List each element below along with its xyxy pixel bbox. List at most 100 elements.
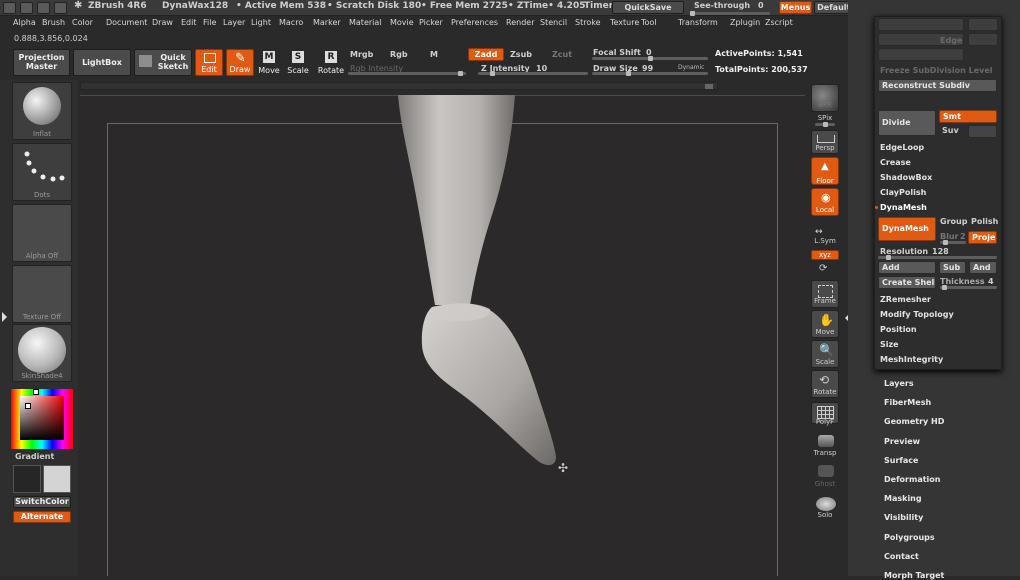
menu-brush[interactable]: Brush (42, 18, 65, 27)
expand-icon[interactable] (54, 2, 67, 14)
freeze-subdivision-button[interactable]: Freeze SubDivision Level (880, 66, 993, 75)
reconstruct-subdiv-button[interactable]: Reconstruct Subdiv (878, 79, 997, 92)
menu-zscript[interactable]: Zscript (765, 18, 793, 27)
dynamesh-header[interactable]: DynaMesh (880, 203, 927, 212)
seethrough-slider[interactable] (690, 11, 770, 16)
menu-document[interactable]: Document (106, 18, 147, 27)
menu-texture[interactable]: Texture (610, 18, 639, 27)
zsub-button[interactable]: Zsub (510, 50, 532, 59)
resolution-slider[interactable] (878, 255, 997, 260)
window-menu-icon[interactable] (3, 2, 16, 14)
polish-toggle[interactable]: Polish (971, 217, 998, 226)
menu-color[interactable]: Color (72, 18, 93, 27)
crease-item[interactable]: Crease (880, 158, 911, 167)
quicksave-button[interactable]: QuickSave (612, 1, 684, 14)
brush-thumbnail[interactable]: Inflat (12, 82, 72, 140)
zcut-button[interactable]: Zcut (552, 50, 572, 59)
m-button[interactable]: M (430, 50, 438, 59)
lightbox-button[interactable]: LightBox (73, 49, 131, 76)
group-toggle[interactable]: Group (940, 217, 967, 226)
foot-model[interactable] (80, 95, 805, 576)
hue-cursor[interactable] (33, 389, 39, 395)
menu-layer[interactable]: Layer (223, 18, 245, 27)
material-thumbnail[interactable]: SkinShade4 (12, 324, 72, 382)
gradient-label[interactable]: Gradient (15, 452, 54, 461)
subpalette-visibility[interactable]: Visibility (884, 513, 923, 522)
maximize-icon[interactable] (37, 2, 50, 14)
switchcolor-button[interactable]: SwitchColor (13, 496, 71, 508)
menu-transform[interactable]: Transform (678, 18, 718, 27)
menu-zplugin[interactable]: Zplugin (730, 18, 760, 27)
zremesher-item[interactable]: ZRemesher (880, 295, 931, 304)
menu-preferences[interactable]: Preferences (451, 18, 498, 27)
add-button[interactable]: Add (878, 261, 936, 274)
menu-alpha[interactable]: Alpha (13, 18, 36, 27)
projection-master-button[interactable]: Projection Master (13, 49, 70, 76)
z-intensity-slider[interactable] (478, 71, 588, 76)
scale-button[interactable]: S Scale (286, 49, 310, 76)
claypolish-item[interactable]: ClayPolish (880, 188, 926, 197)
edgeloop-item[interactable]: EdgeLoop (880, 143, 924, 152)
solo-icon[interactable] (816, 497, 836, 511)
divide-button[interactable]: Divide (878, 110, 936, 136)
and-button[interactable]: And (969, 261, 997, 274)
create-shell-button[interactable]: Create Shell (878, 276, 936, 289)
move-button[interactable]: M Move (257, 49, 281, 76)
texture-thumbnail[interactable]: Texture Off (12, 265, 72, 323)
thickness-slider[interactable] (940, 285, 997, 290)
menu-macro[interactable]: Macro (279, 18, 303, 27)
xyz-button[interactable]: xyz (811, 250, 839, 260)
modify-topology-item[interactable]: Modify Topology (880, 310, 954, 319)
edit-button[interactable]: Edit (195, 49, 223, 76)
main-color-swatch[interactable] (43, 465, 71, 493)
color-cursor[interactable] (25, 403, 31, 409)
draw-size-slider[interactable] (592, 71, 708, 76)
subpalette-contact[interactable]: Contact (884, 552, 919, 561)
dynamesh-button[interactable]: DynaMesh (878, 217, 936, 241)
secondary-color-swatch[interactable] (13, 465, 41, 493)
left-tray-toggle-icon[interactable] (2, 312, 7, 322)
menu-render[interactable]: Render (506, 18, 534, 27)
scroll-thumb[interactable] (705, 84, 713, 89)
subpalette-geometry-hd[interactable]: Geometry HD (884, 417, 944, 426)
menu-light[interactable]: Light (251, 18, 271, 27)
alpha-thumbnail[interactable]: Alpha Off (12, 204, 72, 262)
rotation-axis-icon[interactable]: ⟳ (819, 263, 827, 274)
menu-tool[interactable]: Tool (641, 18, 657, 27)
alternate-button[interactable]: Alternate (13, 511, 71, 523)
quick-sketch-button[interactable]: Quick Sketch (134, 49, 192, 76)
color-picker[interactable] (11, 389, 73, 449)
zadd-button[interactable]: Zadd (468, 48, 504, 61)
stroke-thumbnail[interactable]: Dots (12, 143, 72, 201)
rgb-button[interactable]: Rgb (390, 50, 408, 59)
subpalette-masking[interactable]: Masking (884, 494, 922, 503)
menu-draw[interactable]: Draw (152, 18, 173, 27)
draw-button[interactable]: ✎ Draw (226, 49, 254, 76)
rotate-button[interactable]: R Rotate (316, 49, 346, 76)
blur-slider[interactable] (940, 240, 966, 245)
subpalette-fibermesh[interactable]: FiberMesh (884, 398, 931, 407)
menus-button[interactable]: Menus (779, 1, 812, 14)
minimize-icon[interactable] (20, 2, 33, 14)
focal-shift-slider[interactable] (592, 56, 708, 61)
subpalette-deformation[interactable]: Deformation (884, 475, 940, 484)
horizontal-scrollbar[interactable] (80, 82, 718, 90)
menu-edit[interactable]: Edit (181, 18, 197, 27)
suv-box[interactable] (968, 125, 997, 138)
menu-material[interactable]: Material (349, 18, 382, 27)
spix-label[interactable]: SPix (808, 114, 842, 122)
spix-slider[interactable] (815, 122, 835, 127)
menu-file[interactable]: File (203, 18, 216, 27)
subpalette-layers[interactable]: Layers (884, 379, 914, 388)
menu-movie[interactable]: Movie (390, 18, 414, 27)
menu-stencil[interactable]: Stencil (540, 18, 567, 27)
subpalette-surface[interactable]: Surface (884, 456, 918, 465)
menu-marker[interactable]: Marker (313, 18, 341, 27)
dynamic-toggle[interactable]: Dynamic (678, 64, 704, 71)
mrgb-button[interactable]: Mrgb (350, 50, 373, 59)
shadowbox-item[interactable]: ShadowBox (880, 173, 932, 182)
suv-toggle[interactable]: Suv (942, 126, 959, 135)
subpalette-preview[interactable]: Preview (884, 437, 920, 446)
sub-button[interactable]: Sub (939, 261, 966, 274)
meshintegrity-item[interactable]: MeshIntegrity (880, 355, 943, 364)
